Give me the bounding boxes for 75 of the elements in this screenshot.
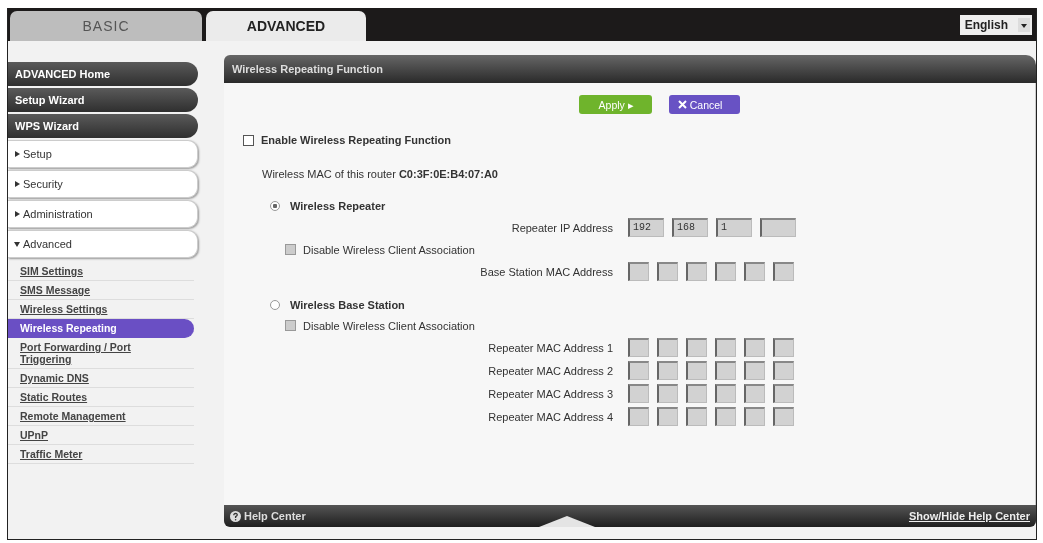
input-field[interactable]: [628, 361, 649, 380]
input-field[interactable]: [686, 262, 707, 281]
expand-tab-icon: [539, 515, 596, 527]
input-field[interactable]: [715, 407, 736, 426]
input-field[interactable]: 168: [672, 218, 708, 237]
panel-title: Wireless Repeating Function: [232, 63, 383, 75]
input-field[interactable]: [686, 361, 707, 380]
checkbox-label: Disable Wireless Client Association: [303, 319, 475, 332]
input-field[interactable]: [773, 361, 794, 380]
field-label: Repeater IP Address: [510, 221, 613, 234]
input-field[interactable]: [628, 384, 649, 403]
input-field[interactable]: [686, 407, 707, 426]
checkbox-label: Disable Wireless Client Association: [303, 243, 475, 256]
menu-section[interactable]: Security: [8, 170, 198, 198]
help-icon: [230, 510, 241, 522]
menu-section[interactable]: Advanced: [8, 230, 198, 258]
menu-section[interactable]: Administration: [8, 200, 198, 228]
input-field[interactable]: [773, 384, 794, 403]
input-field[interactable]: [657, 407, 678, 426]
radio-button[interactable]: [270, 300, 280, 310]
field-label: Repeater MAC Address 3: [487, 387, 613, 400]
input-field[interactable]: [744, 338, 765, 357]
input-field[interactable]: [628, 407, 649, 426]
menu-link[interactable]: Dynamic DNS: [8, 369, 194, 388]
field-label: Base Station MAC Address: [479, 265, 613, 278]
menu-link[interactable]: Static Routes: [8, 388, 194, 407]
input-field[interactable]: [657, 338, 678, 357]
input-field[interactable]: [715, 338, 736, 357]
menu-link[interactable]: UPnP: [8, 426, 194, 445]
input-field[interactable]: [686, 338, 707, 357]
tab[interactable]: ADVANCED: [206, 11, 366, 41]
input-field[interactable]: [773, 407, 794, 426]
input-field[interactable]: [744, 361, 765, 380]
input-field[interactable]: 1: [716, 218, 752, 237]
radio-button[interactable]: [270, 201, 280, 211]
field-label: Repeater MAC Address 1: [487, 341, 613, 354]
help-center-link[interactable]: Help Center: [230, 510, 306, 522]
input-field[interactable]: [773, 262, 794, 281]
field-label: Repeater MAC Address 4: [487, 410, 613, 423]
checkbox-label: Enable Wireless Repeating Function: [261, 134, 451, 146]
input-field[interactable]: [715, 384, 736, 403]
input-field[interactable]: [715, 262, 736, 281]
menu-link[interactable]: Port Forwarding / Port Triggering: [8, 338, 194, 369]
radio-label: Wireless Repeater: [290, 200, 386, 212]
input-field[interactable]: [744, 262, 765, 281]
input-field[interactable]: [657, 384, 678, 403]
menu-link[interactable]: SIM Settings: [8, 262, 194, 281]
input-field[interactable]: [657, 262, 678, 281]
input-field[interactable]: [628, 262, 649, 281]
menu-button[interactable]: WPS Wizard: [8, 114, 198, 138]
menu-link[interactable]: Wireless Repeating: [8, 319, 194, 338]
close-icon: [677, 100, 687, 109]
show-hide-link[interactable]: Show/Hide Help Center: [908, 510, 1030, 522]
input-field[interactable]: [760, 218, 796, 237]
input-field[interactable]: [715, 361, 736, 380]
menu-button[interactable]: Setup Wizard: [8, 88, 198, 112]
menu-link[interactable]: SMS Message: [8, 281, 194, 300]
input-field[interactable]: 192: [628, 218, 664, 237]
input-field[interactable]: [628, 338, 649, 357]
input-field[interactable]: [744, 384, 765, 403]
cancel-button[interactable]: Cancel: [668, 95, 741, 114]
input-field[interactable]: [657, 361, 678, 380]
language-select[interactable]: English: [959, 14, 1032, 35]
radio-label: Wireless Base Station: [290, 299, 405, 311]
menu-link[interactable]: Traffic Meter: [8, 445, 194, 464]
input-field[interactable]: [744, 407, 765, 426]
tab[interactable]: BASIC: [10, 11, 202, 41]
menu-section[interactable]: Setup: [8, 140, 198, 168]
checkbox[interactable]: [243, 134, 254, 146]
input-field[interactable]: [686, 384, 707, 403]
menu-link[interactable]: Remote Management: [8, 407, 194, 426]
input-field[interactable]: [773, 338, 794, 357]
menu-button[interactable]: ADVANCED Home: [8, 62, 198, 86]
router-mac-text: Wireless MAC of this router C0:3F:0E:B4:07:A0: [262, 168, 498, 180]
field-label: Repeater MAC Address 2: [487, 364, 613, 377]
